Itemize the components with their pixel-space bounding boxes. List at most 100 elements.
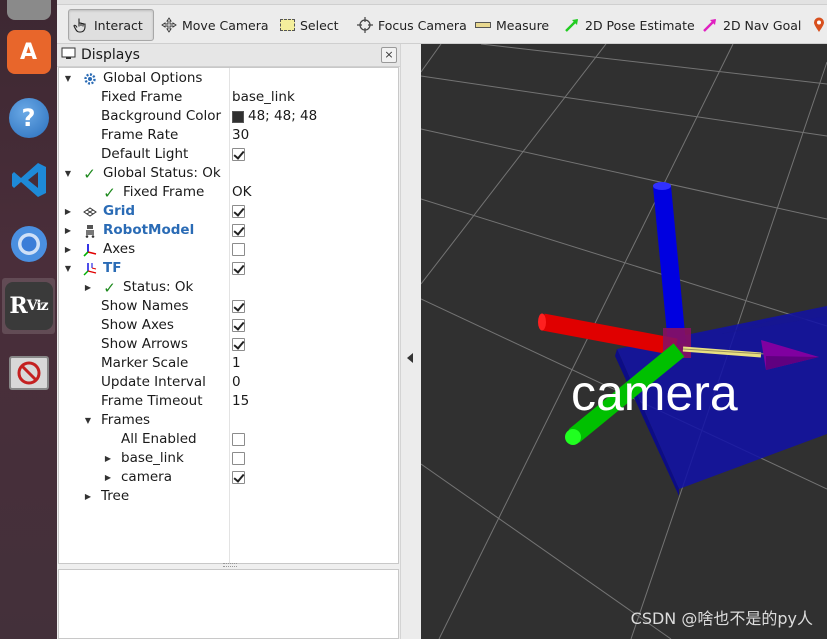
tree-row-fixed-frame[interactable]: Fixed Frame base_link (59, 88, 398, 107)
value-text: 48; 48; 48 (248, 108, 318, 124)
nav-goal-tool-button[interactable]: 2D Nav Goal (698, 9, 805, 41)
pose-estimate-tool-button[interactable]: 2D Pose Estimate (560, 9, 699, 41)
tree-row-show-axes[interactable]: Show Axes (59, 316, 398, 335)
monitor-icon (61, 47, 76, 64)
fixed-frame-value[interactable]: base_link (232, 88, 295, 107)
vscode-icon[interactable] (2, 152, 55, 208)
rviz-icon[interactable]: R Viz (2, 278, 55, 334)
tree-row-frames[interactable]: ▼ Frames (59, 411, 398, 430)
expand-arrow-icon[interactable]: ▼ (63, 164, 73, 183)
background-color-value[interactable]: 48; 48; 48 (232, 107, 317, 126)
interact-tool-button[interactable]: Interact (68, 9, 154, 41)
value-text: 30 (232, 127, 250, 143)
tree-row-frame-rate[interactable]: Frame Rate 30 (59, 126, 398, 145)
tree-row-tf[interactable]: ▼ TF (59, 259, 398, 278)
tree-row-tree[interactable]: ▶ Tree (59, 487, 398, 506)
publish-point-tool-button[interactable] (809, 9, 827, 41)
collapse-arrow-icon[interactable]: ▶ (63, 202, 73, 221)
tree-row-grid[interactable]: ▶ Grid (59, 202, 398, 221)
tree-label: Grid (103, 203, 136, 219)
tree-label: TF (103, 260, 122, 276)
base-link-checkbox[interactable] (232, 452, 245, 465)
gear-icon (82, 71, 97, 86)
tree-row-frame-camera[interactable]: ▶ camera (59, 468, 398, 487)
move-camera-tool-button[interactable]: Move Camera (157, 9, 273, 41)
render-viewport[interactable]: camera CSDN @啥也不是的py人 (421, 44, 827, 639)
tree-row-frame-timeout[interactable]: Frame Timeout 15 (59, 392, 398, 411)
tf-checkbox[interactable] (232, 262, 245, 275)
value-text: OK (232, 184, 252, 200)
default-light-checkbox[interactable] (232, 148, 245, 161)
collapse-left-arrow-icon[interactable] (407, 353, 413, 363)
expand-arrow-icon[interactable]: ▼ (63, 259, 73, 278)
nav-goal-label: 2D Nav Goal (723, 17, 802, 33)
panel-splitter[interactable] (400, 44, 421, 639)
tree-row-status-fixed-frame[interactable]: ✓ Fixed Frame OK (59, 183, 398, 202)
panel-splitter-grip[interactable] (223, 563, 237, 567)
show-axes-checkbox[interactable] (232, 319, 245, 332)
tree-label: Show Names (101, 298, 189, 314)
tree-label: Background Color (101, 108, 222, 124)
pose-estimate-label: 2D Pose Estimate (585, 17, 695, 33)
collapse-arrow-icon[interactable]: ▶ (103, 468, 113, 487)
tree-row-global-options[interactable]: ▼ Global Options (59, 69, 398, 88)
tree-row-background-color[interactable]: Background Color 48; 48; 48 (59, 107, 398, 126)
show-arrows-checkbox[interactable] (232, 338, 245, 351)
select-tool-button[interactable]: Select (275, 9, 343, 41)
axes-checkbox[interactable] (232, 243, 245, 256)
tree-label: Frames (101, 412, 151, 428)
robot-model-checkbox[interactable] (232, 224, 245, 237)
tree-label: Frame Rate (101, 127, 179, 143)
tree-row-show-arrows[interactable]: Show Arrows (59, 335, 398, 354)
expand-arrow-icon[interactable]: ▼ (63, 69, 73, 88)
collapse-arrow-icon[interactable]: ▶ (83, 487, 93, 506)
show-names-checkbox[interactable] (232, 300, 245, 313)
tree-row-tf-status[interactable]: ▶ ✓ Status: Ok (59, 278, 398, 297)
frame-timeout-value[interactable]: 15 (232, 392, 249, 411)
tree-label: Axes (103, 241, 136, 257)
no-entry-icon[interactable] (2, 345, 55, 401)
grid-checkbox[interactable] (232, 205, 245, 218)
expand-arrow-icon[interactable]: ▼ (83, 411, 93, 430)
tree-label: Show Arrows (101, 336, 188, 352)
displays-tree[interactable]: ▼ Global Options Fixed Frame base_link B… (58, 67, 399, 564)
tree-row-robot-model[interactable]: ▶ RobotModel (59, 221, 398, 240)
help-icon[interactable]: ? (2, 90, 55, 146)
checkmark-icon: ✓ (83, 164, 96, 183)
tree-label: camera (121, 469, 172, 485)
collapse-arrow-icon[interactable]: ▶ (63, 240, 73, 259)
toolbar: Interact Move Camera Select Focus Camera… (57, 0, 827, 44)
tree-row-update-interval[interactable]: Update Interval 0 (59, 373, 398, 392)
collapse-arrow-icon[interactable]: ▶ (83, 278, 93, 297)
measure-tool-button[interactable]: Measure (471, 9, 553, 41)
collapse-arrow-icon[interactable]: ▶ (103, 449, 113, 468)
tree-row-global-status[interactable]: ▼ ✓ Global Status: Ok (59, 164, 398, 183)
grid-icon (82, 204, 97, 219)
marker-scale-value[interactable]: 1 (232, 354, 241, 373)
tree-label: All Enabled (121, 431, 197, 447)
value-text: 15 (232, 393, 250, 409)
collapse-arrow-icon[interactable]: ▶ (63, 221, 73, 240)
frame-rate-value[interactable]: 30 (232, 126, 249, 145)
files-icon[interactable] (2, 0, 55, 26)
all-enabled-checkbox[interactable] (232, 433, 245, 446)
tree-row-marker-scale[interactable]: Marker Scale 1 (59, 354, 398, 373)
tree-row-frame-base-link[interactable]: ▶ base_link (59, 449, 398, 468)
camera-checkbox[interactable] (232, 471, 245, 484)
tree-label: Frame Timeout (101, 393, 203, 409)
tree-row-axes[interactable]: ▶ Axes (59, 240, 398, 259)
tree-label: Fixed Frame (101, 89, 183, 105)
tree-row-show-names[interactable]: Show Names (59, 297, 398, 316)
focus-crosshair-icon (357, 17, 373, 33)
focus-camera-tool-button[interactable]: Focus Camera (353, 9, 471, 41)
status-value: OK (232, 183, 251, 202)
update-interval-value[interactable]: 0 (232, 373, 241, 392)
magenta-arrow-icon (702, 17, 718, 33)
software-center-icon[interactable]: A (2, 24, 55, 80)
tree-row-default-light[interactable]: Default Light (59, 145, 398, 164)
close-panel-button[interactable]: × (381, 47, 397, 63)
axes-icon (82, 242, 97, 257)
measure-label: Measure (496, 17, 550, 33)
tree-row-all-enabled[interactable]: All Enabled (59, 430, 398, 449)
chromium-icon[interactable] (2, 216, 55, 272)
